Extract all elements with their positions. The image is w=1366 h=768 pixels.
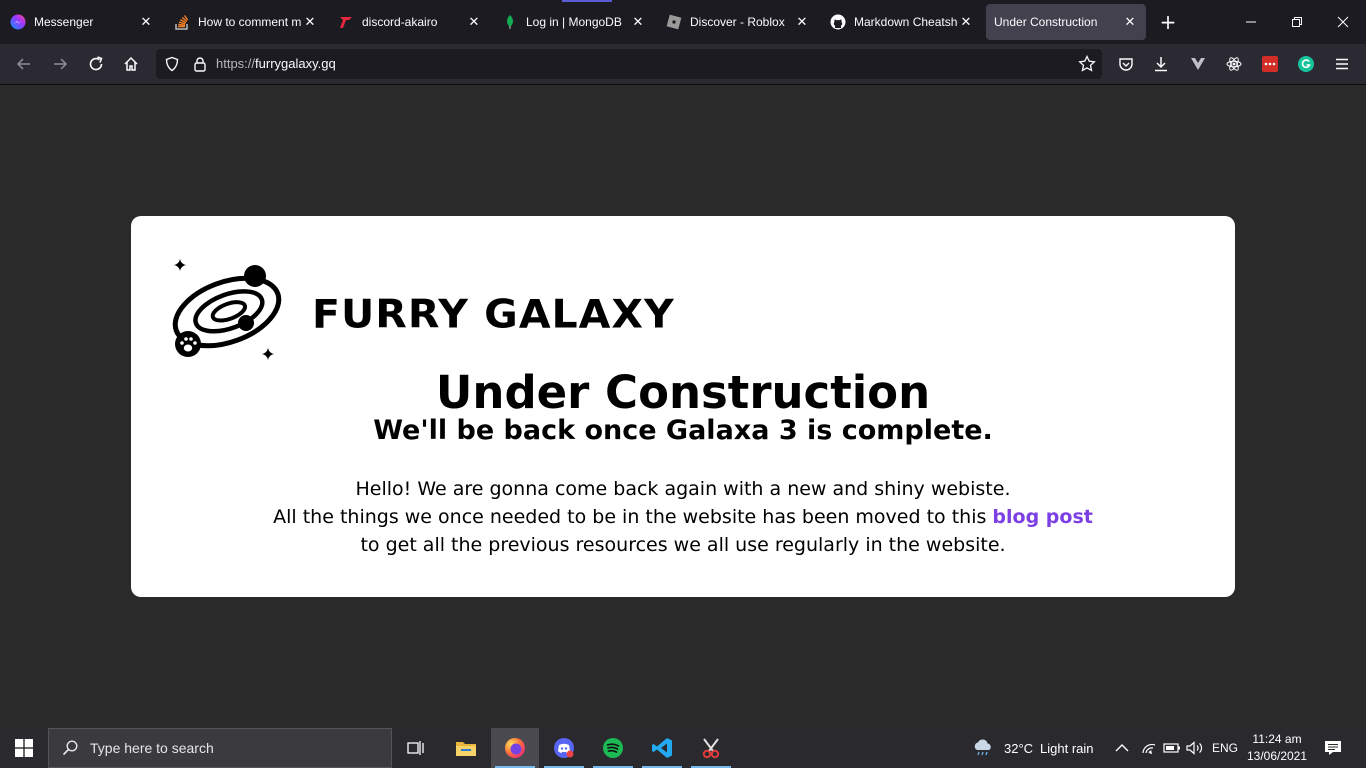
message-line-2: All the things we once needed to be in t…: [131, 506, 1235, 528]
vscode-icon[interactable]: [638, 728, 686, 768]
messenger-icon: [10, 14, 26, 30]
vue-devtools-icon[interactable]: [1186, 52, 1210, 76]
close-window-button[interactable]: [1320, 8, 1366, 36]
cloud-rain-icon: [972, 739, 994, 757]
akairo-icon: [338, 14, 354, 30]
address-bar[interactable]: https://furrygalaxy.gq: [156, 49, 1102, 79]
navigation-toolbar: https://furrygalaxy.gq: [0, 44, 1366, 85]
battery-icon[interactable]: [1163, 728, 1181, 768]
windows-taskbar: Type here to search 32°C Light rain ENG: [0, 728, 1366, 768]
tab-loading-indicator: [562, 0, 612, 2]
close-icon[interactable]: ✕: [466, 14, 482, 30]
url-scheme: https://: [216, 56, 256, 71]
input-language[interactable]: ENG: [1212, 728, 1238, 768]
minimize-button[interactable]: [1228, 8, 1274, 36]
taskbar-search-input[interactable]: Type here to search: [48, 728, 392, 768]
search-icon: [62, 740, 78, 756]
tab-stackoverflow[interactable]: How to comment m ✕: [166, 4, 326, 40]
page-subtitle: We'll be back once Galaxa 3 is complete.: [373, 415, 993, 446]
tab-mongodb[interactable]: Log in | MongoDB ✕: [494, 4, 654, 40]
stackoverflow-icon: [174, 14, 190, 30]
tab-label: Messenger: [34, 15, 94, 29]
firefox-icon[interactable]: [491, 728, 539, 768]
construction-card: FURRY GALAXY Under Construction We'll be…: [131, 216, 1235, 597]
forward-button[interactable]: [48, 52, 72, 76]
file-explorer-icon[interactable]: [442, 728, 490, 768]
brand-wordmark: FURRY GALAXY: [312, 291, 675, 337]
search-placeholder: Type here to search: [90, 740, 214, 756]
tab-label: discord-akairo: [362, 15, 438, 29]
back-button[interactable]: [12, 52, 36, 76]
home-button[interactable]: [119, 52, 143, 76]
tab-under-construction[interactable]: Under Construction ✕: [986, 4, 1146, 40]
tab-roblox[interactable]: Discover - Roblox ✕: [658, 4, 818, 40]
mongodb-icon: [502, 14, 518, 30]
page-title: Under Construction: [435, 366, 931, 419]
react-devtools-icon[interactable]: [1222, 52, 1246, 76]
close-icon[interactable]: ✕: [958, 14, 974, 30]
clock-time: 11:24 am: [1252, 732, 1302, 746]
weather-description: Light rain: [1040, 740, 1094, 756]
blog-post-link[interactable]: blog post: [992, 506, 1092, 528]
notifications-icon[interactable]: [1324, 728, 1342, 768]
bookmark-star-icon[interactable]: [1078, 54, 1096, 77]
tab-messenger[interactable]: Messenger ✕: [2, 4, 162, 40]
galaxy-logo-icon: [172, 259, 282, 360]
restore-button[interactable]: [1274, 8, 1320, 36]
reload-button[interactable]: [84, 52, 108, 76]
url-text[interactable]: https://furrygalaxy.gq: [216, 56, 336, 71]
tab-label: Discover - Roblox: [690, 15, 785, 29]
weather-widget[interactable]: 32°C Light rain: [972, 728, 1094, 768]
close-icon[interactable]: ✕: [138, 14, 154, 30]
downloads-icon[interactable]: [1149, 52, 1173, 76]
message-line-3: to get all the previous resources we all…: [360, 534, 1006, 556]
tab-label: How to comment m: [198, 15, 302, 29]
shield-icon[interactable]: [164, 56, 180, 76]
tab-github[interactable]: Markdown Cheatshe ✕: [822, 4, 982, 40]
lastpass-icon[interactable]: [1258, 52, 1282, 76]
tab-label: Under Construction: [994, 15, 1098, 29]
close-icon[interactable]: ✕: [794, 14, 810, 30]
message-line-1: Hello! We are gonna come back again with…: [355, 478, 1011, 500]
taskbar-clock[interactable]: 11:24 am 13/06/2021: [1244, 731, 1310, 765]
start-button[interactable]: [0, 728, 48, 768]
chevron-up-icon: [1115, 744, 1129, 752]
pocket-icon[interactable]: [1114, 52, 1138, 76]
url-host: furrygalaxy.gq: [255, 56, 336, 71]
weather-temperature: 32°C: [1004, 740, 1034, 756]
discord-icon[interactable]: [540, 728, 588, 768]
new-tab-button[interactable]: +: [1158, 12, 1178, 32]
close-icon[interactable]: ✕: [630, 14, 646, 30]
close-icon[interactable]: ✕: [302, 14, 318, 30]
network-icon[interactable]: [1141, 728, 1157, 768]
windows-icon: [15, 739, 33, 757]
message-line-2-text: All the things we once needed to be in t…: [273, 506, 993, 528]
tab-discord-akairo[interactable]: discord-akairo ✕: [330, 4, 490, 40]
roblox-icon: [666, 14, 682, 30]
clock-date: 13/06/2021: [1246, 749, 1308, 763]
menu-icon[interactable]: [1330, 52, 1354, 76]
lock-icon[interactable]: [192, 56, 208, 76]
tab-label: Log in | MongoDB: [526, 15, 622, 29]
spotify-icon[interactable]: [589, 728, 637, 768]
volume-icon[interactable]: [1186, 728, 1204, 768]
show-hidden-icons-button[interactable]: [1115, 728, 1129, 768]
github-icon: [830, 14, 846, 30]
page-content: FURRY GALAXY Under Construction We'll be…: [0, 85, 1366, 728]
grammarly-icon[interactable]: [1294, 52, 1318, 76]
task-view-icon[interactable]: [392, 728, 440, 768]
snipping-tool-icon[interactable]: [687, 728, 735, 768]
tab-label: Markdown Cheatshe: [854, 15, 958, 29]
close-icon[interactable]: ✕: [1122, 14, 1138, 30]
tab-strip: Messenger ✕ How to comment m ✕ discord-a…: [0, 0, 1366, 44]
